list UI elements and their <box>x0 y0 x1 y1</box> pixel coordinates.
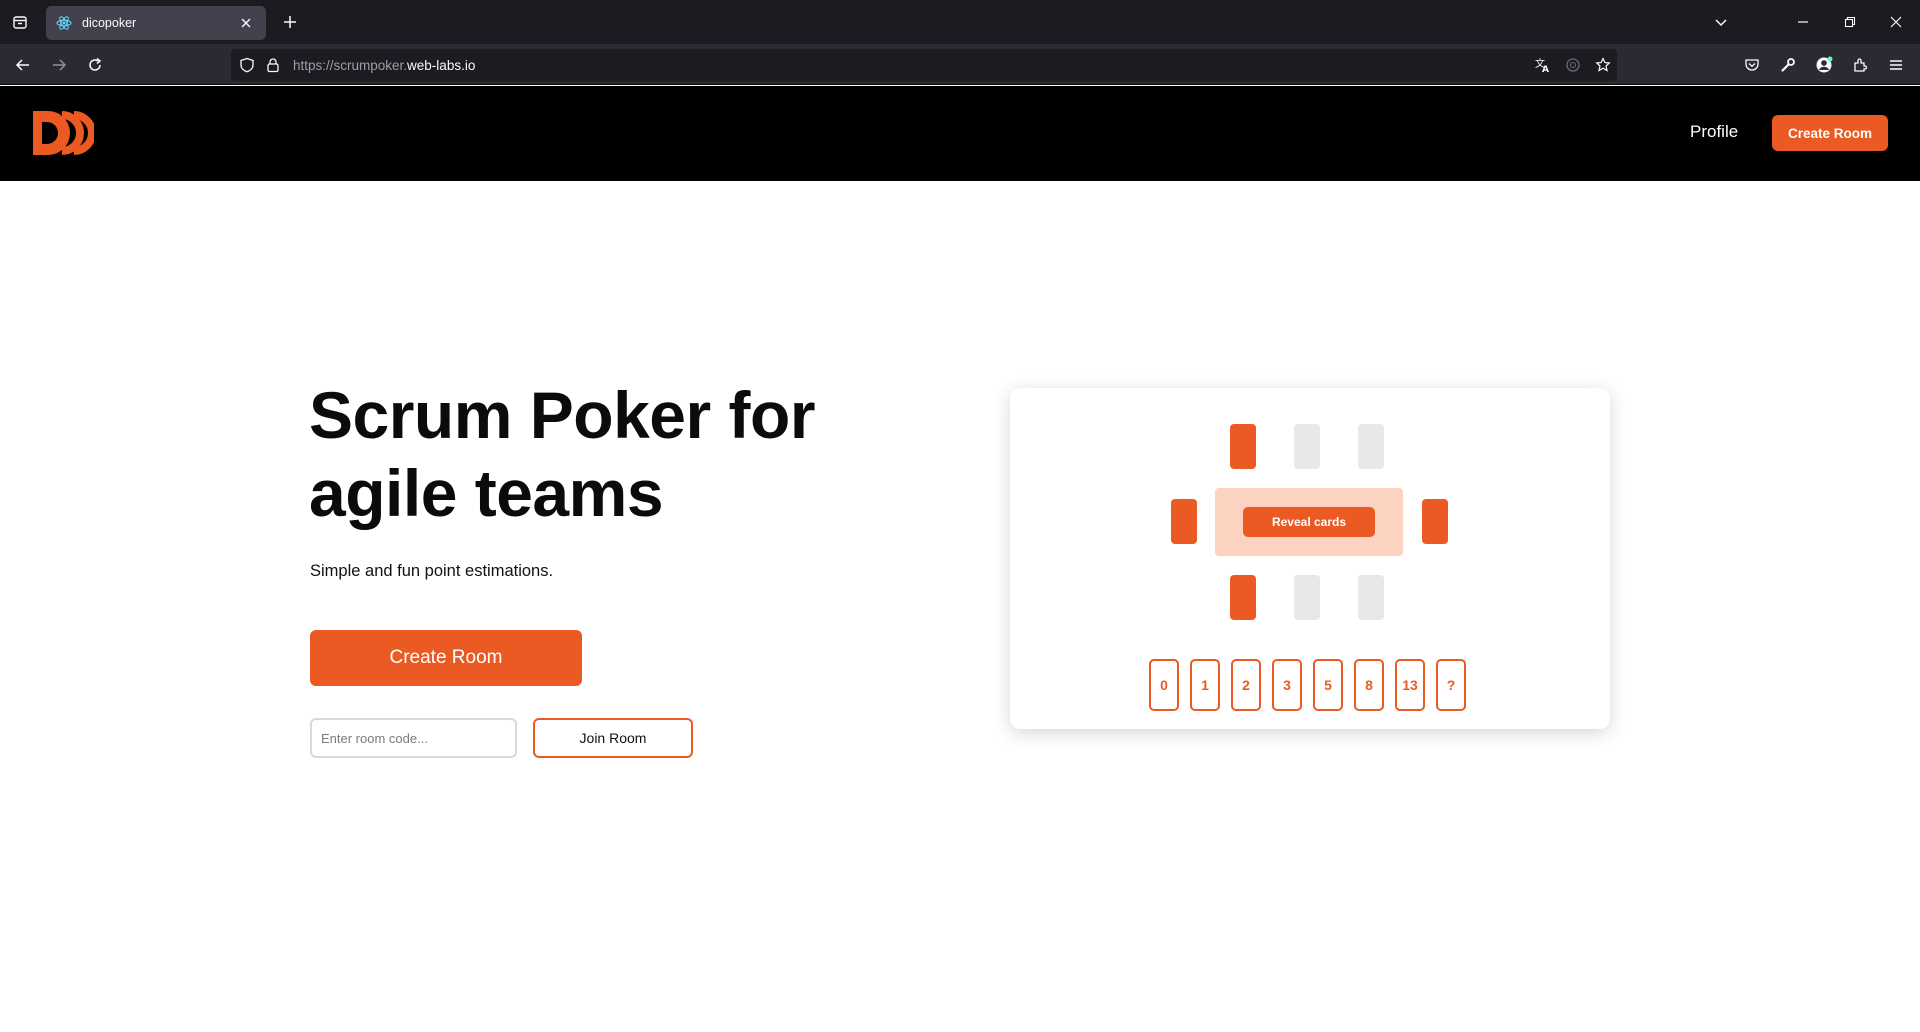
new-tab-icon[interactable] <box>278 10 302 34</box>
site-header: Profile Create Room <box>0 86 1920 181</box>
forward-icon[interactable] <box>46 52 72 78</box>
header-create-room-button[interactable]: Create Room <box>1772 115 1888 151</box>
browser-tab-bar: dicopoker <box>0 0 1920 44</box>
room-code-input[interactable] <box>310 718 517 758</box>
poker-table-illustration: Reveal cards 0 1 2 3 5 8 13 ? <box>1010 388 1610 729</box>
dicopoker-logo[interactable] <box>30 108 96 158</box>
minimize-icon[interactable] <box>1791 10 1815 34</box>
svg-text:A: A <box>1542 65 1549 74</box>
player-seat-empty <box>1358 424 1384 469</box>
tracking-protection-icon[interactable] <box>237 55 257 75</box>
address-bar[interactable]: https://scrumpoker.web-labs.io 文A <box>231 49 1617 81</box>
estimate-card: 13 <box>1395 659 1425 711</box>
estimate-card: 1 <box>1190 659 1220 711</box>
account-icon[interactable] <box>1811 52 1837 78</box>
hero-title: Scrum Poker for agile teams <box>309 378 816 530</box>
poker-table: Reveal cards <box>1215 488 1403 556</box>
estimate-card: 2 <box>1231 659 1261 711</box>
estimate-card-deck: 0 1 2 3 5 8 13 ? <box>1149 659 1466 711</box>
back-icon[interactable] <box>10 52 36 78</box>
reveal-cards-button: Reveal cards <box>1243 507 1375 537</box>
url-prefix: https://scrumpoker. <box>293 57 408 73</box>
estimate-card: 0 <box>1149 659 1179 711</box>
estimate-card: 5 <box>1313 659 1343 711</box>
close-window-icon[interactable] <box>1884 10 1908 34</box>
reader-view-icon[interactable] <box>1563 55 1583 75</box>
url-domain: web-labs.io <box>407 57 476 73</box>
profile-link[interactable]: Profile <box>1690 122 1738 142</box>
react-favicon-icon <box>56 15 72 31</box>
player-seat-voted <box>1422 499 1448 544</box>
create-room-button[interactable]: Create Room <box>310 630 582 686</box>
close-tab-icon[interactable] <box>236 13 256 33</box>
player-seat-empty <box>1294 424 1320 469</box>
tab-list-icon[interactable] <box>8 10 32 34</box>
browser-tab[interactable]: dicopoker <box>46 6 266 40</box>
translate-icon[interactable]: 文A <box>1533 55 1553 75</box>
estimate-card: 3 <box>1272 659 1302 711</box>
player-seat-voted <box>1171 499 1197 544</box>
reload-icon[interactable] <box>82 52 108 78</box>
join-room-button[interactable]: Join Room <box>533 718 693 758</box>
lock-icon[interactable] <box>263 55 283 75</box>
hero-subtitle: Simple and fun point estimations. <box>310 562 554 580</box>
wrench-icon[interactable] <box>1775 52 1801 78</box>
player-seat-voted <box>1230 424 1256 469</box>
url-text: https://scrumpoker.web-labs.io <box>293 58 475 73</box>
bookmark-star-icon[interactable] <box>1593 55 1613 75</box>
restore-icon[interactable] <box>1838 10 1862 34</box>
estimate-card: 8 <box>1354 659 1384 711</box>
player-seat-empty <box>1294 575 1320 620</box>
extensions-icon[interactable] <box>1847 52 1873 78</box>
estimate-card: ? <box>1436 659 1466 711</box>
menu-icon[interactable] <box>1883 52 1909 78</box>
browser-nav-bar: https://scrumpoker.web-labs.io 文A <box>0 44 1920 85</box>
player-seat-voted <box>1230 575 1256 620</box>
tab-title: dicopoker <box>82 16 137 30</box>
pocket-icon[interactable] <box>1739 52 1765 78</box>
list-all-tabs-icon[interactable] <box>1709 10 1733 34</box>
player-seat-empty <box>1358 575 1384 620</box>
